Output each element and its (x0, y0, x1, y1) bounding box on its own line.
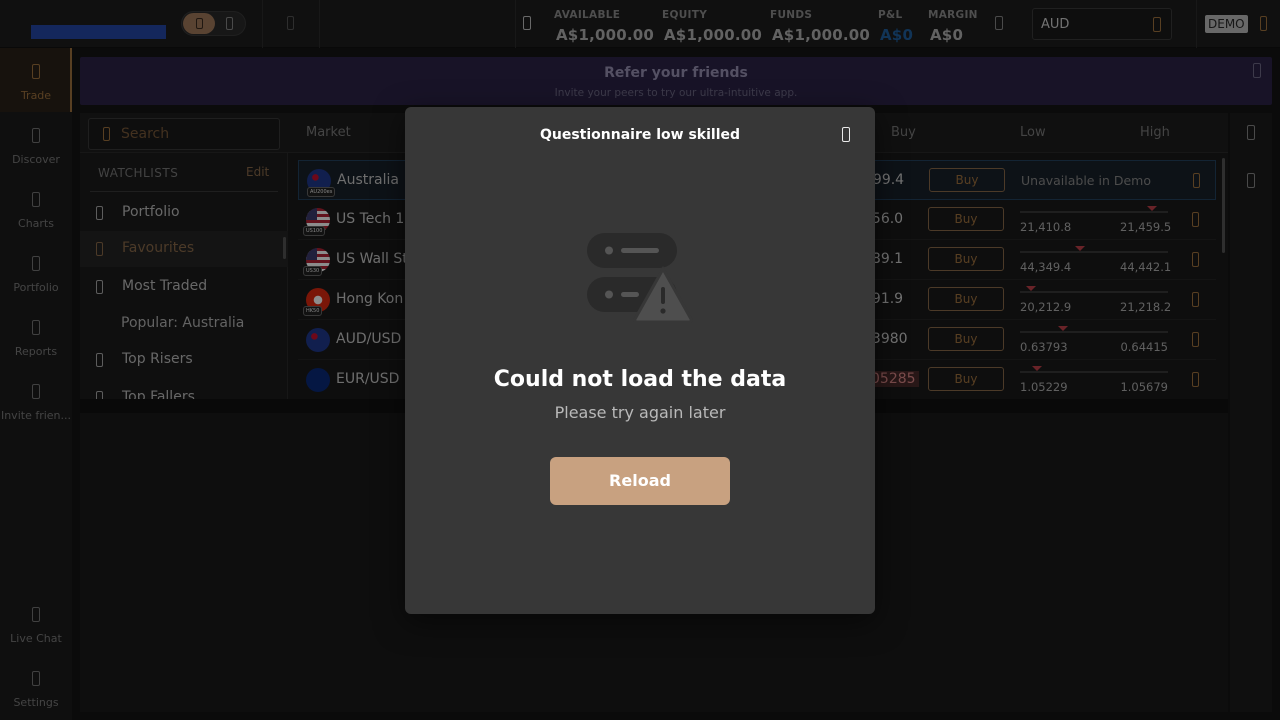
error-subtitle: Please try again later (554, 403, 726, 422)
error-title: Could not load the data (493, 367, 787, 392)
data-error-illustration-icon (587, 233, 693, 323)
reload-button[interactable]: Reload (550, 457, 730, 505)
questionnaire-modal: Questionnaire low skilled Could not load… (405, 107, 875, 614)
close-icon[interactable] (842, 127, 850, 142)
modal-title: Questionnaire low skilled (539, 127, 741, 143)
